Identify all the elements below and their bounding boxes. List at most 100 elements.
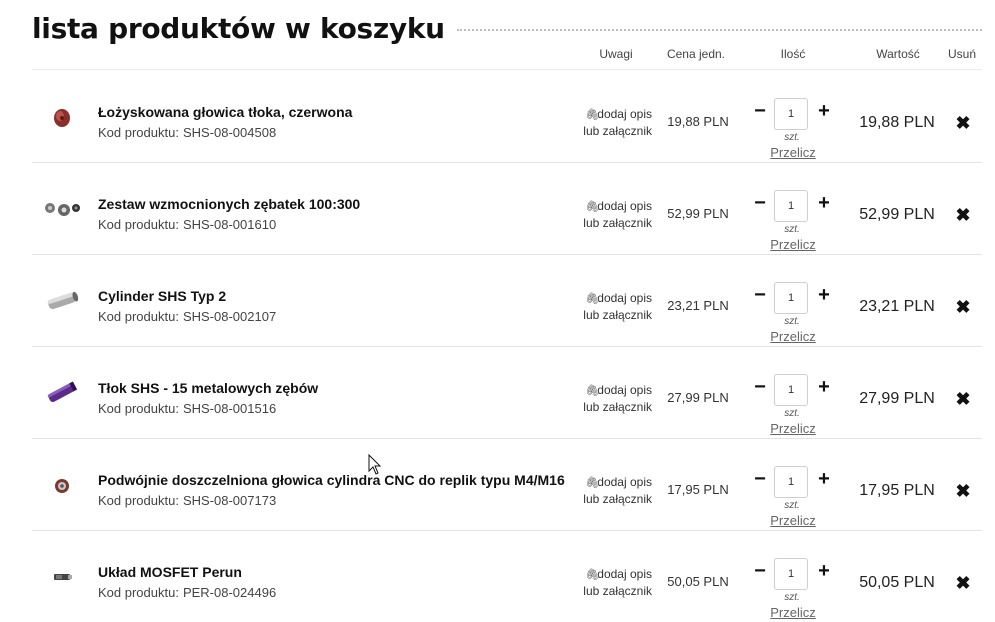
product-name[interactable]: Podwójnie doszczelniona głowica cylindra… [98, 472, 565, 488]
cart-row: Podwójnie doszczelniona głowica cylindra… [32, 438, 982, 531]
line-value: 19,88 PLN [859, 114, 935, 131]
note-text-1: dodaj opis [597, 383, 652, 397]
remove-item-button[interactable]: ✖ [950, 296, 976, 318]
decrease-quantity-button[interactable]: − [752, 193, 768, 214]
product-thumbnail[interactable] [38, 100, 86, 134]
add-note-link[interactable]: 🖇dodaj opis lub załącznik [574, 106, 652, 139]
recalculate-link[interactable]: Przelicz [762, 513, 824, 528]
add-note-link[interactable]: 🖇dodaj opis lub załącznik [574, 566, 652, 599]
paperclip-icon: 🖇 [585, 109, 600, 121]
product-name[interactable]: Układ MOSFET Perun [98, 564, 242, 580]
page-title-bar: lista produktów w koszyku [32, 8, 982, 48]
decrease-quantity-button[interactable]: − [752, 101, 768, 122]
paperclip-icon: 🖇 [585, 293, 600, 305]
product-code-line: Kod produktu: PER-08-024496 [98, 585, 276, 600]
quantity-input[interactable] [774, 558, 808, 590]
note-text-1: dodaj opis [597, 107, 652, 121]
recalculate-link[interactable]: Przelicz [762, 145, 824, 160]
product-code-line: Kod produktu: SHS-08-001516 [98, 401, 276, 416]
header-notes: Uwagi [599, 47, 633, 61]
cart-row: Cylinder SHS Typ 2 Kod produktu: SHS-08-0… [32, 254, 982, 347]
product-thumbnail[interactable] [38, 192, 86, 226]
product-code: SHS-08-004508 [182, 125, 277, 140]
product-thumbnail[interactable] [38, 376, 86, 410]
paperclip-icon: 🖇 [585, 201, 600, 213]
cart-row: Układ MOSFET Perun Kod produktu: PER-08-0… [32, 530, 982, 622]
remove-item-button[interactable]: ✖ [950, 388, 976, 410]
recalculate-link[interactable]: Przelicz [762, 421, 824, 436]
line-value: 52,99 PLN [859, 206, 935, 223]
header-unit-price: Cena jedn. [666, 47, 726, 61]
add-note-link[interactable]: 🖇dodaj opis lub załącznik [574, 474, 652, 507]
decrease-quantity-button[interactable]: − [752, 561, 768, 582]
unit-price: 23,21 PLN [667, 298, 729, 313]
product-code-line: Kod produktu: SHS-08-001610 [98, 217, 276, 232]
note-text-1: dodaj opis [597, 475, 652, 489]
mouse-cursor-icon [368, 453, 382, 476]
header-remove: Usuń [947, 47, 976, 61]
remove-item-button[interactable]: ✖ [950, 112, 976, 134]
increase-quantity-button[interactable]: + [816, 377, 832, 398]
quantity-input[interactable] [774, 282, 808, 314]
page-title: lista produktów w koszyku [32, 11, 445, 45]
unit-price: 52,99 PLN [667, 206, 729, 221]
note-text-1: dodaj opis [597, 567, 652, 581]
cart-row: Tłok SHS - 15 metalowych zębów Kod produ… [32, 346, 982, 439]
unit-price: 50,05 PLN [667, 574, 729, 589]
decrease-quantity-button[interactable]: − [752, 285, 768, 306]
quantity-unit: szt. [784, 316, 800, 327]
product-name[interactable]: Zestaw wzmocnionych zębatek 100:300 [98, 196, 360, 212]
product-code-label: Kod produktu: [98, 401, 179, 416]
unit-price: 27,99 PLN [667, 390, 729, 405]
note-text-1: dodaj opis [597, 199, 652, 213]
product-code-line: Kod produktu: SHS-08-007173 [98, 493, 276, 508]
product-code: PER-08-024496 [182, 585, 277, 600]
paperclip-icon: 🖇 [585, 385, 600, 397]
quantity-input[interactable] [774, 374, 808, 406]
remove-item-button[interactable]: ✖ [950, 204, 976, 226]
line-value: 27,99 PLN [859, 390, 935, 407]
remove-item-button[interactable]: ✖ [950, 572, 976, 594]
recalculate-link[interactable]: Przelicz [762, 237, 824, 252]
increase-quantity-button[interactable]: + [816, 285, 832, 306]
note-text-1: dodaj opis [597, 291, 652, 305]
quantity-input[interactable] [774, 466, 808, 498]
decrease-quantity-button[interactable]: − [752, 469, 768, 490]
quantity-unit: szt. [784, 132, 800, 143]
product-name[interactable]: Cylinder SHS Typ 2 [98, 288, 226, 304]
quantity-unit: szt. [784, 500, 800, 511]
product-code-label: Kod produktu: [98, 217, 179, 232]
add-note-link[interactable]: 🖇dodaj opis lub załącznik [574, 382, 652, 415]
recalculate-link[interactable]: Przelicz [762, 329, 824, 344]
unit-price: 19,88 PLN [667, 114, 729, 129]
quantity-unit: szt. [784, 408, 800, 419]
product-code-label: Kod produktu: [98, 309, 179, 324]
increase-quantity-button[interactable]: + [816, 469, 832, 490]
product-name[interactable]: Łożyskowana głowica tłoka, czerwona [98, 104, 352, 120]
cart-row: Łożyskowana głowica tłoka, czerwona Kod … [32, 70, 982, 163]
note-text-2: lub załącznik [583, 492, 652, 506]
note-text-2: lub załącznik [583, 400, 652, 414]
product-code-line: Kod produktu: SHS-08-004508 [98, 125, 276, 140]
increase-quantity-button[interactable]: + [816, 561, 832, 582]
unit-price: 17,95 PLN [667, 482, 729, 497]
note-text-2: lub załącznik [583, 308, 652, 322]
quantity-input[interactable] [774, 98, 808, 130]
add-note-link[interactable]: 🖇dodaj opis lub załącznik [574, 198, 652, 231]
quantity-input[interactable] [774, 190, 808, 222]
increase-quantity-button[interactable]: + [816, 101, 832, 122]
header-value: Wartość [876, 47, 920, 61]
note-text-2: lub załącznik [583, 124, 652, 138]
increase-quantity-button[interactable]: + [816, 193, 832, 214]
product-code: SHS-08-001610 [182, 217, 277, 232]
product-name[interactable]: Tłok SHS - 15 metalowych zębów [98, 380, 318, 396]
product-thumbnail[interactable] [38, 560, 86, 594]
add-note-link[interactable]: 🖇dodaj opis lub załącznik [574, 290, 652, 323]
decrease-quantity-button[interactable]: − [752, 377, 768, 398]
product-thumbnail[interactable] [38, 284, 86, 318]
product-code-label: Kod produktu: [98, 125, 179, 140]
line-value: 17,95 PLN [859, 482, 935, 499]
remove-item-button[interactable]: ✖ [950, 480, 976, 502]
line-value: 50,05 PLN [859, 574, 935, 591]
product-thumbnail[interactable] [38, 468, 86, 502]
